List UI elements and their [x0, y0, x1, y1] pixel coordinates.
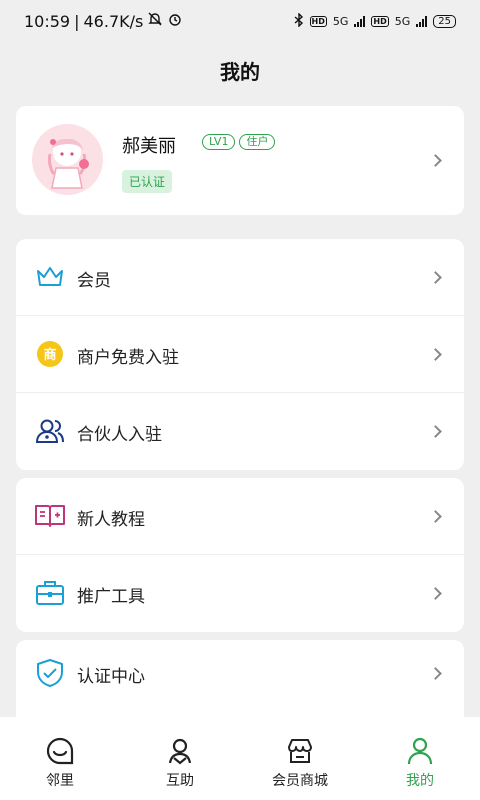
tab-label: 互助 [166, 773, 194, 789]
menu-label: 推广工具 [77, 587, 145, 607]
menu-label: 认证中心 [77, 667, 145, 687]
chevron-right-icon [429, 510, 442, 523]
verified-badge: 已认证 [122, 170, 173, 193]
person-icon [407, 737, 433, 765]
tab-mine[interactable]: 我的 [360, 717, 480, 800]
network-type: 5G [332, 14, 349, 28]
chevron-right-icon [429, 348, 442, 361]
status-time: 10:59 [24, 11, 71, 31]
chevron-right-icon [429, 271, 442, 284]
store-icon [288, 739, 312, 763]
alarm-icon [167, 11, 183, 31]
neighbor-icon [46, 737, 74, 765]
tab-mutual-help[interactable]: 互助 [120, 717, 240, 800]
user-name: 郝美丽 [122, 136, 176, 157]
menu-item-tutorial[interactable]: 新人教程 [16, 478, 464, 555]
profile-card[interactable]: 郝美丽 LV1 住户 已认证 [16, 106, 464, 215]
menu-label: 商户免费入驻 [77, 348, 179, 368]
crown-icon [37, 267, 63, 286]
tab-label: 会员商城 [272, 773, 328, 789]
book-icon [35, 505, 65, 527]
page-title: 我的 [220, 60, 260, 84]
bluetooth-icon [294, 11, 304, 30]
menu-label: 合伙人入驻 [77, 425, 162, 445]
chevron-right-icon [429, 667, 442, 680]
menu-group-1: 会员 商 商户免费入驻 合伙人入驻 [16, 239, 464, 470]
level-tag: LV1 [202, 134, 236, 150]
bottom-tab-bar: 邻里 互助 会员商城 我的 [0, 717, 480, 800]
status-bar: 10:59 | 46.7K/s HD 5G HD 5G 25 [0, 0, 480, 42]
avatar[interactable] [32, 124, 103, 195]
menu-label: 新人教程 [77, 510, 145, 530]
shield-icon [37, 659, 63, 687]
tab-label: 邻里 [46, 773, 74, 789]
toolbox-icon [36, 581, 64, 605]
network-type-2: 5G [394, 14, 411, 28]
menu-item-merchant[interactable]: 商 商户免费入驻 [16, 316, 464, 393]
network-speed: 46.7K/s [83, 11, 144, 31]
menu-group-3: 认证中心 [16, 640, 464, 717]
bell-muted-icon [147, 11, 163, 31]
chevron-right-icon [429, 587, 442, 600]
menu-label: 会员 [77, 271, 111, 291]
merchant-icon: 商 [37, 341, 63, 367]
menu-item-membership[interactable]: 会员 [16, 239, 464, 316]
battery-icon: 25 [433, 14, 456, 28]
role-tag: 住户 [239, 134, 276, 150]
signal-icon [354, 15, 366, 27]
tab-member-store[interactable]: 会员商城 [240, 717, 360, 800]
chevron-right-icon [429, 154, 442, 167]
signal-icon-2 [416, 15, 428, 27]
merchant-icon-text: 商 [43, 347, 56, 363]
tab-neighbor[interactable]: 邻里 [0, 717, 120, 800]
menu-item-partner[interactable]: 合伙人入驻 [16, 393, 464, 470]
hd-icon-2: HD [371, 15, 389, 27]
tab-label: 我的 [406, 773, 434, 789]
menu-group-2: 新人教程 推广工具 [16, 478, 464, 632]
hd-icon: HD [309, 15, 327, 27]
partner-icon [35, 419, 64, 443]
menu-item-promotion-tools[interactable]: 推广工具 [16, 555, 464, 632]
mutual-help-icon [168, 738, 192, 765]
chevron-right-icon [429, 425, 442, 438]
menu-item-verification-center[interactable]: 认证中心 [16, 640, 464, 712]
user-tags: LV1 住户 [202, 134, 276, 150]
